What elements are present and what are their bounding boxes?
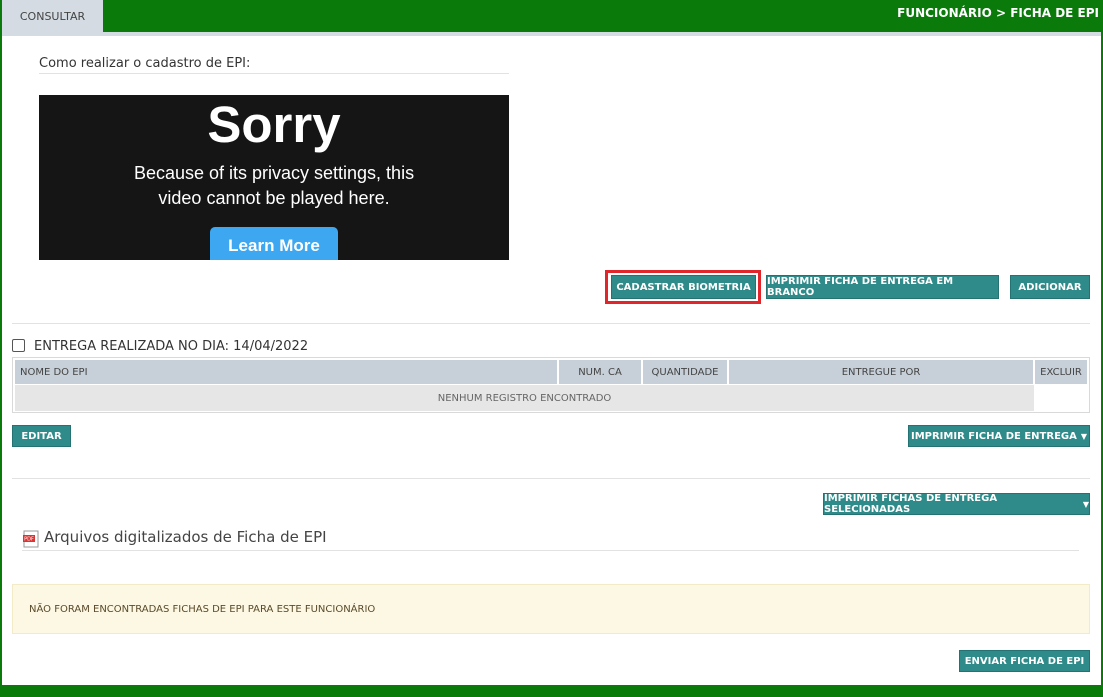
column-header-excluir: EXCLUIR	[1035, 360, 1087, 384]
content-top-line	[2, 32, 1101, 36]
imprimir-ficha-entrega-label: IMPRIMIR FICHA DE ENTREGA	[910, 430, 1077, 442]
enviar-ficha-button[interactable]: ENVIAR FICHA DE EPI	[959, 650, 1090, 672]
video-error-line-1: Because of its privacy settings, this	[133, 163, 415, 183]
column-header-quantidade: QUANTIDADE	[643, 360, 727, 384]
video-error-message: Because of its privacy settings, this vi…	[39, 161, 509, 211]
highlight-box	[605, 270, 761, 304]
video-player[interactable]: Sorry Because of its privacy settings, t…	[39, 95, 509, 260]
empty-table-row: NENHUM REGISTRO ENCONTRADO	[15, 385, 1034, 411]
video-section-title: Como realizar o cadastro de EPI:	[39, 56, 251, 71]
breadcrumb: FUNCIONÁRIO > FICHA DE EPI	[897, 6, 1099, 20]
imprimir-selecionadas-label: IMPRIMIR FICHAS DE ENTREGA SELECIONADAS	[824, 493, 998, 515]
pdf-icon: PDF	[23, 530, 39, 548]
video-error-title: Sorry	[207, 96, 341, 153]
arquivos-title: Arquivos digitalizados de Ficha de EPI	[44, 528, 327, 546]
section-divider	[12, 323, 1090, 324]
column-header-nome: NOME DO EPI	[15, 360, 557, 384]
entrega-checkbox[interactable]	[12, 339, 25, 352]
video-title-divider	[39, 73, 509, 74]
epi-table: NOME DO EPI NUM. CA QUANTIDADE ENTREGUE …	[12, 357, 1090, 413]
adicionar-button[interactable]: ADICIONAR	[1010, 275, 1090, 299]
svg-text:PDF: PDF	[24, 537, 34, 543]
imprimir-ficha-entrega-button[interactable]: IMPRIMIR FICHA DE ENTREGA ▼	[908, 425, 1090, 447]
column-header-num-ca: NUM. CA	[559, 360, 641, 384]
imprimir-ficha-branco-button[interactable]: IMPRIMIR FICHA DE ENTREGA EM BRANCO	[766, 275, 999, 299]
editar-button[interactable]: EDITAR	[12, 425, 71, 447]
entrega-label: ENTREGA REALIZADA NO DIA: 14/04/2022	[34, 339, 309, 354]
video-error-line-2: video cannot be played here.	[158, 188, 390, 208]
no-records-alert: NÃO FORAM ENCONTRADAS FICHAS DE EPI PARA…	[12, 584, 1090, 634]
tab-consultar[interactable]: CONSULTAR	[2, 0, 103, 32]
column-header-entregue-por: ENTREGUE POR	[729, 360, 1033, 384]
learn-more-button[interactable]: Learn More	[210, 227, 338, 260]
caret-down-icon: ▼	[1082, 499, 1089, 509]
section-divider-2	[12, 478, 1090, 479]
bottom-bar	[0, 685, 1103, 697]
imprimir-selecionadas-button[interactable]: IMPRIMIR FICHAS DE ENTREGA SELECIONADAS …	[823, 493, 1090, 515]
arquivos-divider	[22, 550, 1079, 551]
frame-left-border	[0, 32, 2, 685]
caret-down-icon: ▼	[1080, 431, 1088, 441]
